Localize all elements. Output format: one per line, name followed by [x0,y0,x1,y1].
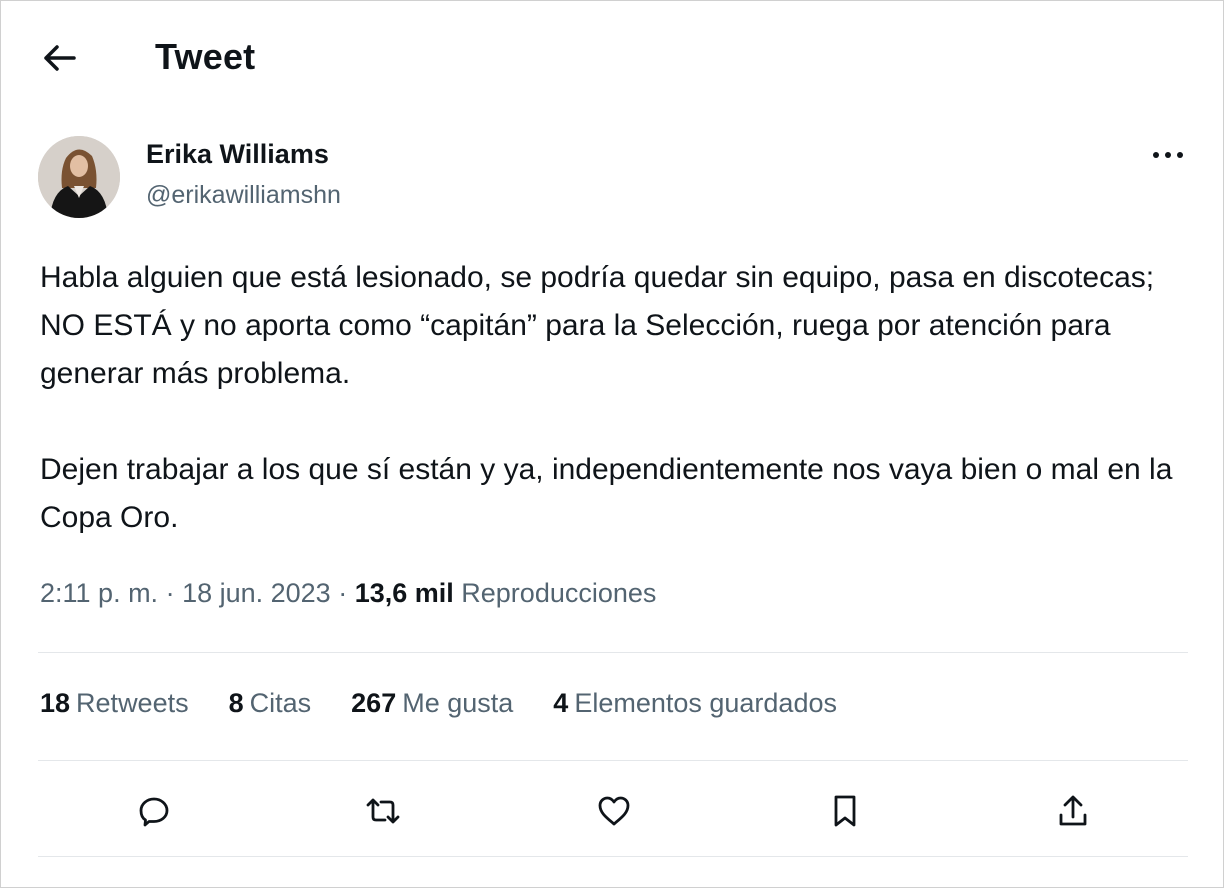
tweet-stats: 18 Retweets 8 Citas 267 Me gusta 4 Elementos… [40,688,877,719]
tweet-time[interactable]: 2:11 p. m. [40,578,158,608]
views-label: Reproducciones [461,578,657,608]
divider [38,652,1188,653]
page-title: Tweet [155,36,256,77]
stat-bookmarks[interactable]: 4 Elementos guardados [553,688,837,719]
bookmark-icon [834,795,856,827]
stat-count: 18 [40,688,71,718]
heart-icon [598,796,630,826]
stat-likes[interactable]: 267 Me gusta [351,688,513,719]
divider [38,760,1188,761]
author-handle[interactable]: @erikawilliamshn [146,181,341,210]
tweet-paragraph: Dejen trabajar a los que sí están y ya, … [40,453,1173,534]
tweet-text: Habla alguien que está lesionado, se pod… [40,254,1200,542]
reply-button[interactable] [132,789,176,833]
bookmark-button[interactable] [823,789,867,833]
like-button[interactable] [592,789,636,833]
arrow-left-icon [44,45,76,71]
retweet-icon [366,798,400,824]
share-button[interactable] [1051,789,1095,833]
header: Tweet [0,0,1224,112]
avatar[interactable] [38,136,120,218]
back-button[interactable] [38,38,80,78]
profile-photo [38,136,120,218]
stat-label: Retweets [76,688,189,718]
stat-quotes[interactable]: 8 Citas [229,688,312,719]
reply-icon [139,797,169,827]
more-button[interactable] [1148,140,1188,170]
stat-count: 267 [351,688,397,718]
stat-label: Citas [249,688,312,718]
views-count: 13,6 mil [354,578,454,608]
stat-retweets[interactable]: 18 Retweets [40,688,189,719]
tweet-date[interactable]: 18 jun. 2023 [182,578,331,608]
more-horizontal-icon [1153,152,1183,158]
divider [38,856,1188,857]
meta-separator: · [330,578,355,608]
tweet-meta: 2:11 p. m. · 18 jun. 2023 · 13,6 mil Rep… [40,578,656,609]
author-name[interactable]: Erika Williams [146,139,329,170]
stat-label: Me gusta [402,688,514,718]
stat-count: 8 [228,688,244,718]
share-icon [1059,795,1087,826]
tweet-paragraph: Habla alguien que está lesionado, se pod… [40,261,1155,390]
meta-separator: · [158,578,183,608]
stat-label: Elementos guardados [574,688,837,718]
stat-count: 4 [553,688,569,718]
retweet-button[interactable] [361,789,405,833]
